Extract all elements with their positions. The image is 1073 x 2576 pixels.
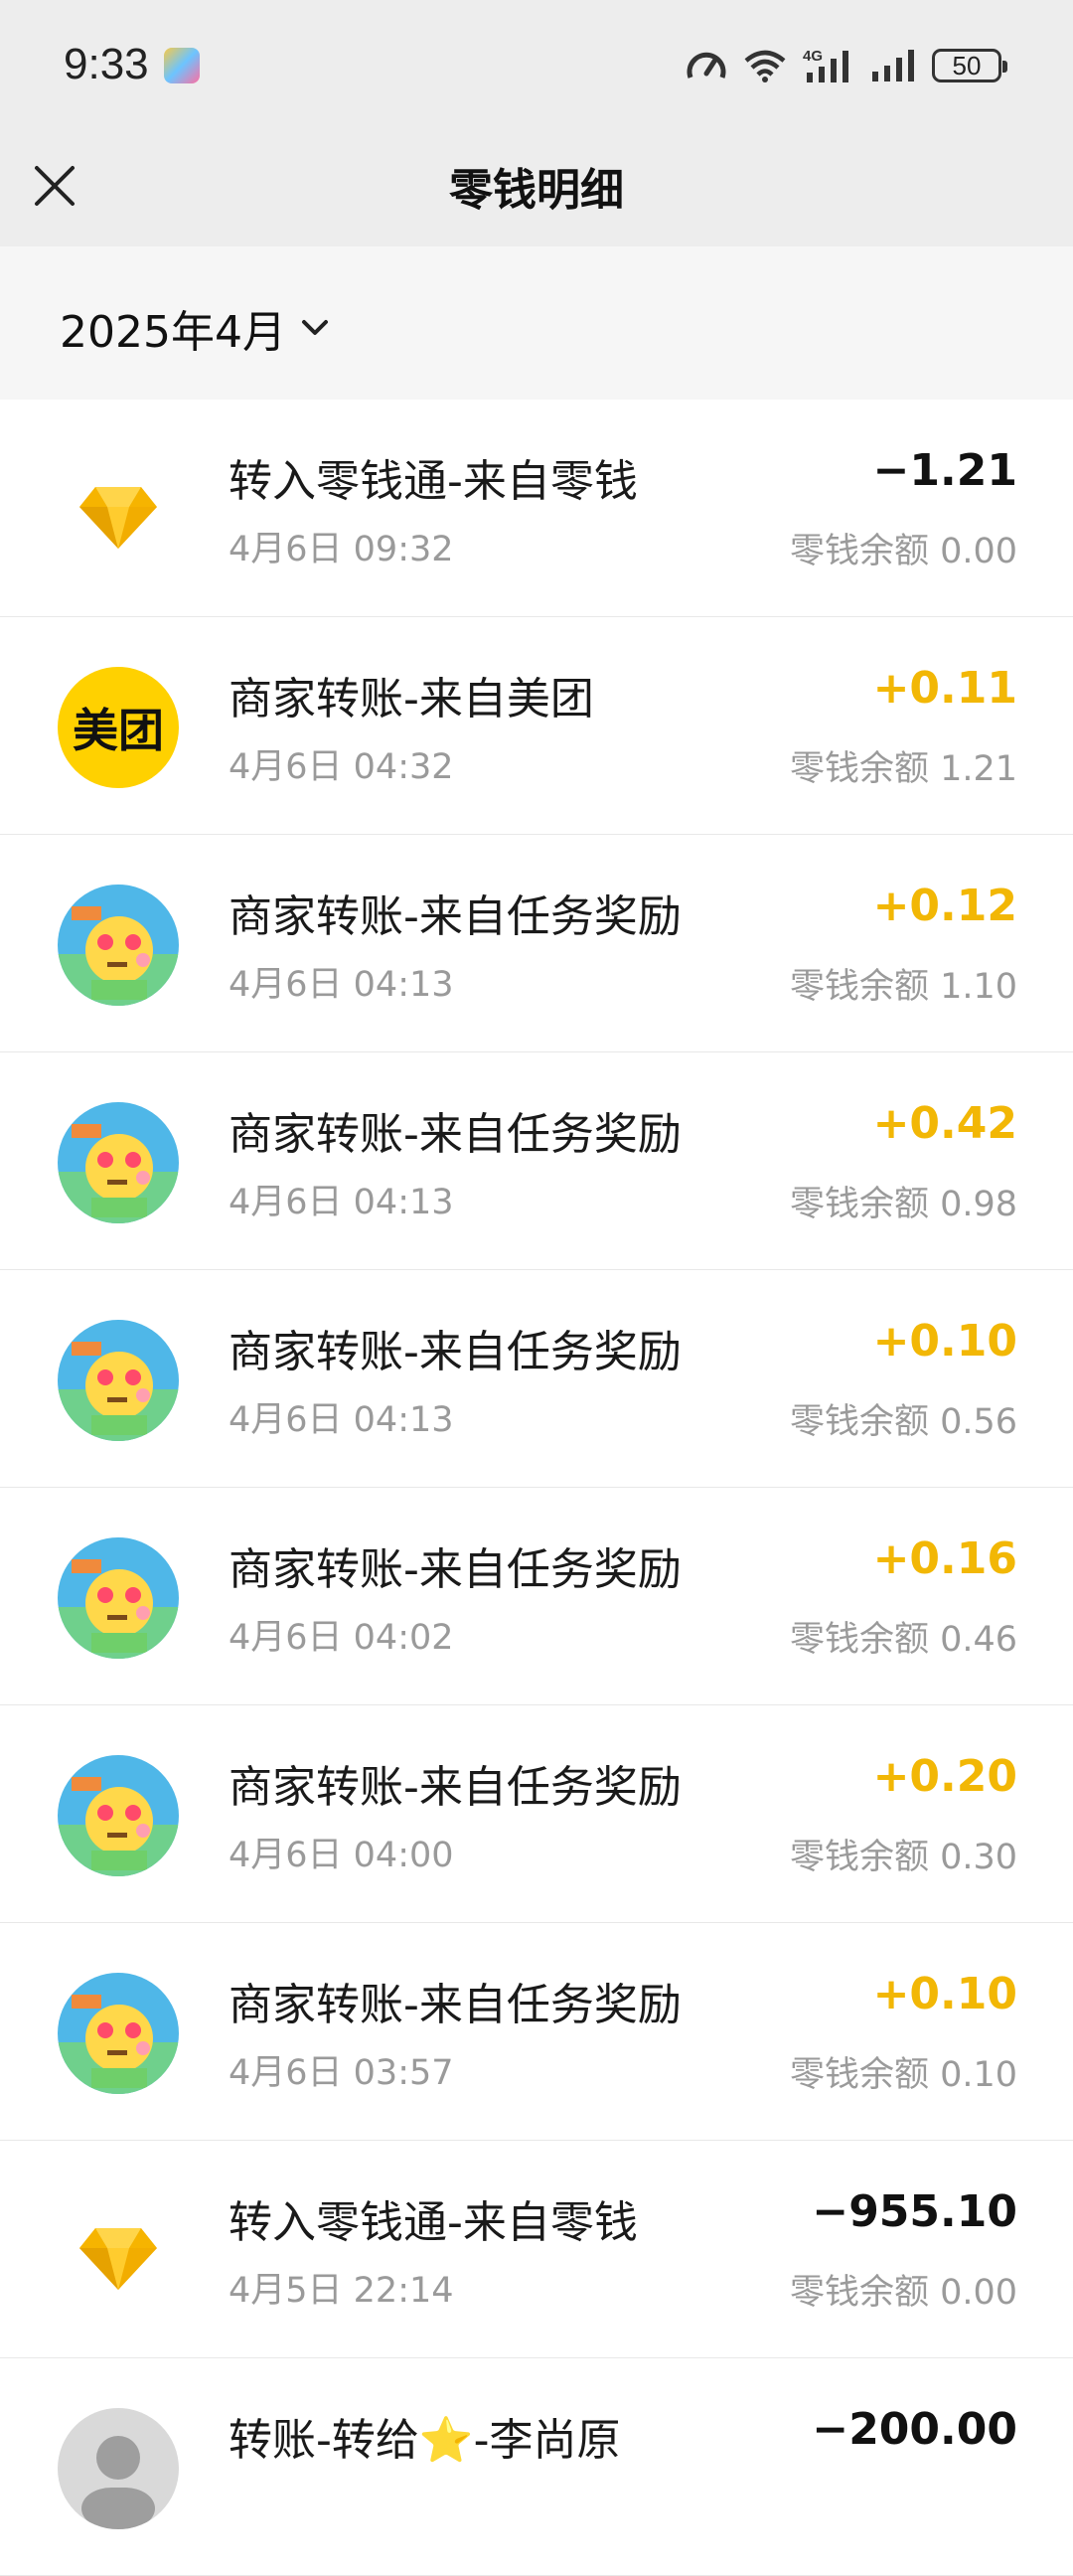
diamond-icon: [58, 449, 179, 570]
status-icons: 4G 50: [686, 44, 1007, 87]
transaction-title: 商家转账-来自任务奖励: [229, 1980, 682, 2030]
transaction-title: 转入零钱通-来自零钱: [229, 456, 638, 507]
svg-text:4G: 4G: [803, 48, 823, 65]
transaction-title: 商家转账-来自任务奖励: [229, 891, 682, 942]
transaction-row[interactable]: 商家转账-来自任务奖励 4月6日 04:02 +0.16 零钱余额 0.46: [0, 1488, 1073, 1705]
balance-text: 零钱余额 0.98: [789, 1185, 1017, 1224]
transaction-time: 4月5日 22:14: [229, 2271, 454, 2311]
transaction-amount: +0.10: [872, 1316, 1017, 1367]
balance-text: 零钱余额 0.56: [789, 1402, 1017, 1442]
transaction-title: 商家转账-来自美团: [229, 674, 594, 724]
page-title: 零钱明细: [449, 165, 624, 216]
transaction-amount: +0.10: [872, 1969, 1017, 2019]
wifi-icon: [744, 50, 786, 82]
transaction-amount: +0.20: [872, 1751, 1017, 1802]
transaction-row[interactable]: 转入零钱通-来自零钱 4月5日 22:14 −955.10 零钱余额 0.00: [0, 2141, 1073, 2358]
transaction-row[interactable]: 商家转账-来自任务奖励 4月6日 04:13 +0.10 零钱余额 0.56: [0, 1270, 1073, 1488]
transaction-row[interactable]: 商家转账-来自任务奖励 4月6日 04:00 +0.20 零钱余额 0.30: [0, 1705, 1073, 1923]
transaction-amount: −955.10: [812, 2186, 1017, 2237]
transaction-row[interactable]: 转入零钱通-来自零钱 4月6日 09:32 −1.21 零钱余额 0.00: [0, 400, 1073, 617]
meituan-logo: 美团: [58, 667, 179, 788]
balance-text: 零钱余额 0.00: [789, 2273, 1017, 2313]
user-avatar: [58, 2408, 179, 2529]
transaction-amount: −1.21: [872, 445, 1017, 496]
month-label: 2025年4月: [60, 307, 286, 358]
transaction-title: 商家转账-来自任务奖励: [229, 1109, 682, 1160]
speed-icon: [687, 52, 726, 79]
transaction-time: 4月6日 04:00: [229, 1836, 454, 1875]
meituan-logo-text: 美团: [73, 704, 164, 757]
status-bar: 9:33 4G 50: [0, 0, 1073, 134]
balance-text: 零钱余额 0.46: [789, 1620, 1017, 1660]
transaction-time: 4月6日 04:13: [229, 1400, 454, 1440]
transaction-amount: +0.12: [872, 881, 1017, 931]
mascot-avatar: [58, 1537, 179, 1659]
mascot-avatar: [58, 1755, 179, 1876]
chevron-down-icon: [301, 320, 328, 335]
transaction-time: 4月6日 04:13: [229, 965, 454, 1005]
balance-text: 零钱余额 0.10: [789, 2055, 1017, 2095]
transaction-amount: +0.16: [872, 1533, 1017, 1584]
mascot-avatar: [58, 1973, 179, 2094]
nav-bar: 零钱明细: [0, 134, 1073, 246]
battery-icon: 50: [932, 49, 1007, 82]
balance-text: 零钱余额 0.30: [789, 1838, 1017, 1877]
transaction-row[interactable]: 美团 商家转账-来自美团 4月6日 04:32 +0.11 零钱余额 1.21: [0, 617, 1073, 835]
balance-text: 零钱余额 1.21: [789, 749, 1017, 789]
transaction-time: 4月6日 09:32: [229, 530, 454, 569]
transaction-time: 4月6日 04:13: [229, 1183, 454, 1222]
mascot-avatar: [58, 885, 179, 1006]
transaction-row[interactable]: 转账-转给⭐-李尚原 −200.00: [0, 2358, 1073, 2576]
app-notification-icon: [164, 48, 200, 83]
transaction-time: 4月6日 04:32: [229, 747, 454, 787]
transaction-amount: +0.11: [872, 663, 1017, 714]
month-picker[interactable]: 2025年4月: [60, 296, 330, 360]
mascot-avatar: [58, 1102, 179, 1223]
transaction-title: 转入零钱通-来自零钱: [229, 2197, 638, 2248]
balance-text: 零钱余额 1.10: [789, 967, 1017, 1007]
signal-icon: [872, 50, 914, 81]
transaction-title: 转账-转给⭐-李尚原: [229, 2415, 621, 2466]
transaction-title: 商家转账-来自任务奖励: [229, 1544, 682, 1595]
transaction-amount: −200.00: [812, 2404, 1017, 2455]
diamond-icon: [58, 2190, 179, 2312]
transaction-time: 4月6日 04:02: [229, 1618, 454, 1658]
transaction-title: 商家转账-来自任务奖励: [229, 1327, 682, 1377]
filter-bar: 2025年4月: [0, 246, 1073, 400]
transaction-row[interactable]: 商家转账-来自任务奖励 4月6日 04:13 +0.42 零钱余额 0.98: [0, 1052, 1073, 1270]
transaction-amount: +0.42: [872, 1098, 1017, 1149]
transaction-time: 4月6日 03:57: [229, 2053, 454, 2093]
transaction-row[interactable]: 商家转账-来自任务奖励 4月6日 03:57 +0.10 零钱余额 0.10: [0, 1923, 1073, 2141]
transaction-title: 商家转账-来自任务奖励: [229, 1762, 682, 1813]
transaction-row[interactable]: 商家转账-来自任务奖励 4月6日 04:13 +0.12 零钱余额 1.10: [0, 835, 1073, 1052]
transaction-list: 转入零钱通-来自零钱 4月6日 09:32 −1.21 零钱余额 0.00 美团 商家转账…: [0, 400, 1073, 2576]
status-time: 9:33: [64, 40, 149, 88]
mascot-avatar: [58, 1320, 179, 1441]
balance-text: 零钱余额 0.00: [789, 532, 1017, 571]
4g-signal-icon: 4G: [803, 48, 848, 82]
